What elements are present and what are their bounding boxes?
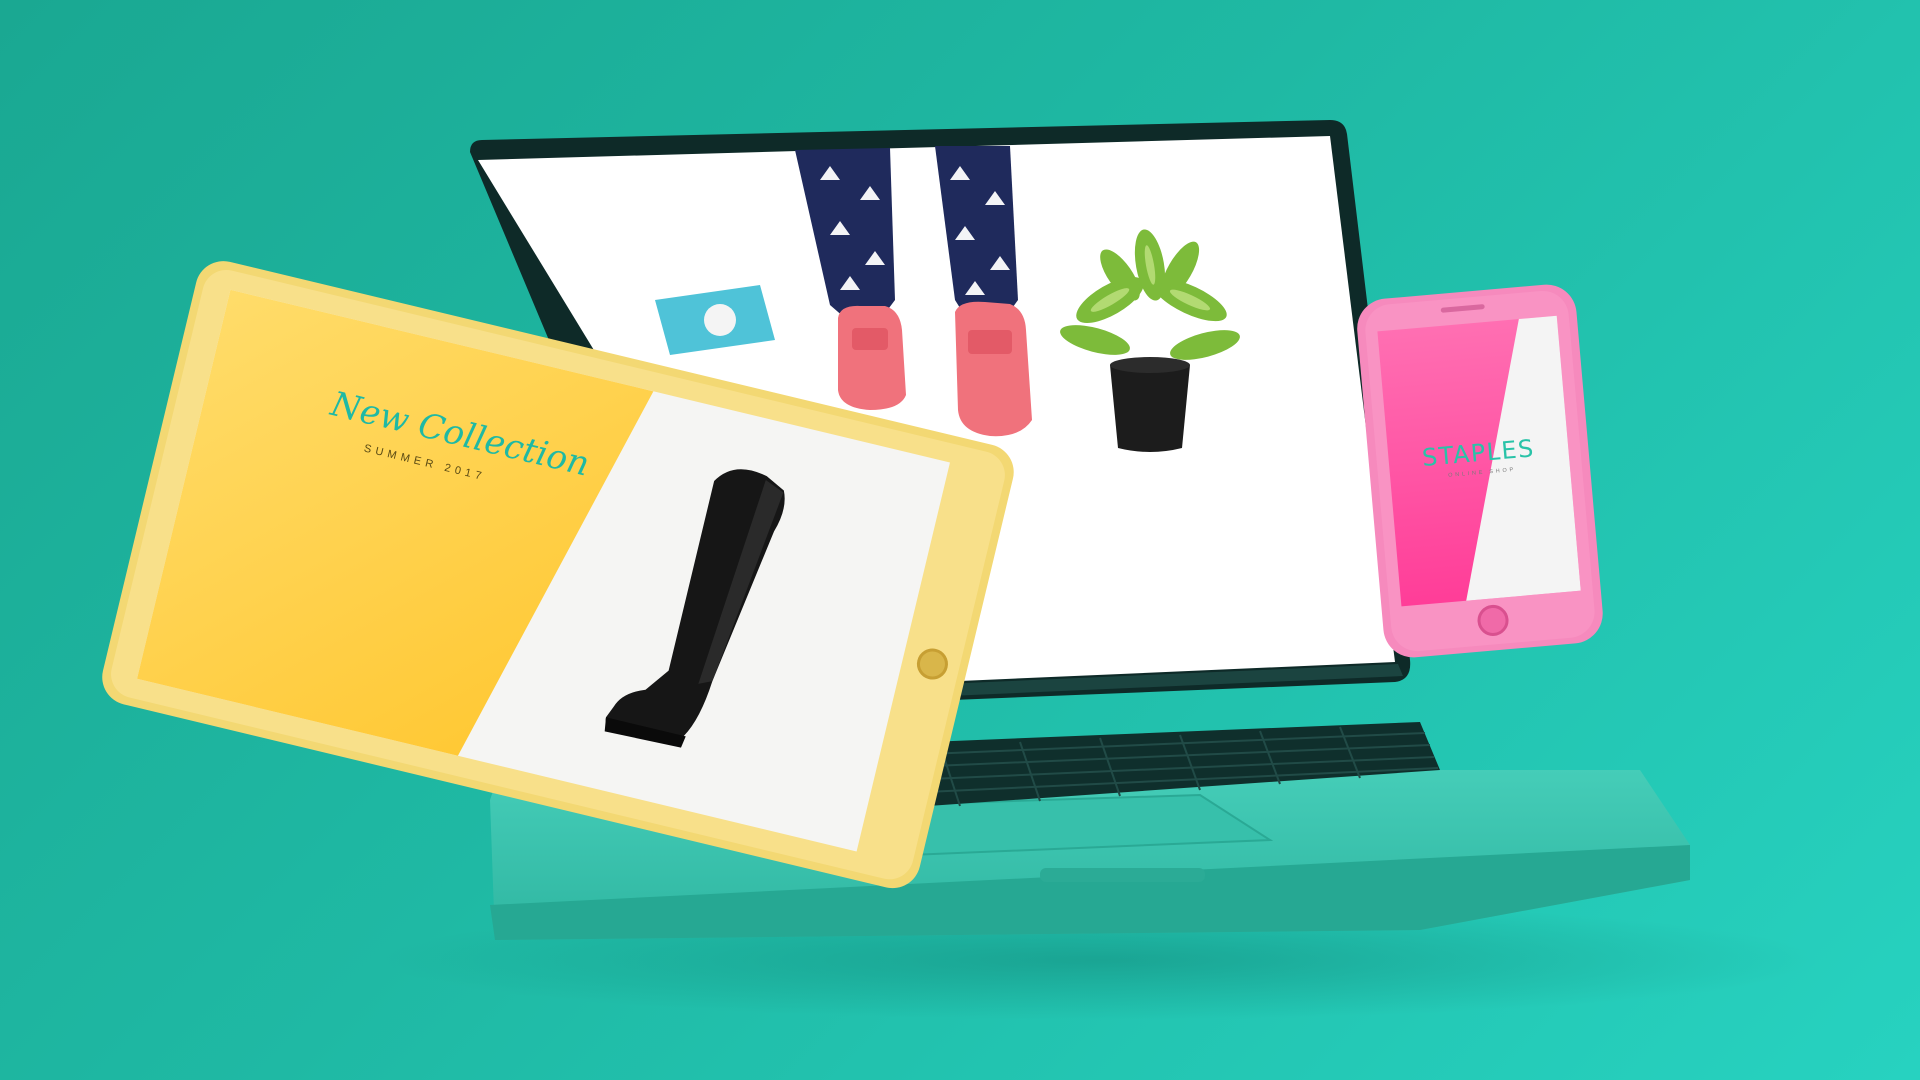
device-mockup-illustration: New Collection SUMMER 2017 STAPLES ONLIN… xyxy=(102,120,1820,1020)
sneaker-left xyxy=(838,305,906,410)
plant-pot xyxy=(1110,365,1190,452)
laptop-front-notch xyxy=(1040,868,1205,882)
sneaker-strap-right xyxy=(968,330,1012,354)
scene: New Collection SUMMER 2017 STAPLES ONLIN… xyxy=(0,0,1920,1080)
sneaker-right xyxy=(955,301,1032,437)
plant-pot-rim xyxy=(1110,357,1190,373)
phone-home-button-icon[interactable] xyxy=(1477,604,1509,636)
camera-lens xyxy=(704,304,736,336)
sneaker-strap-left xyxy=(852,328,888,350)
